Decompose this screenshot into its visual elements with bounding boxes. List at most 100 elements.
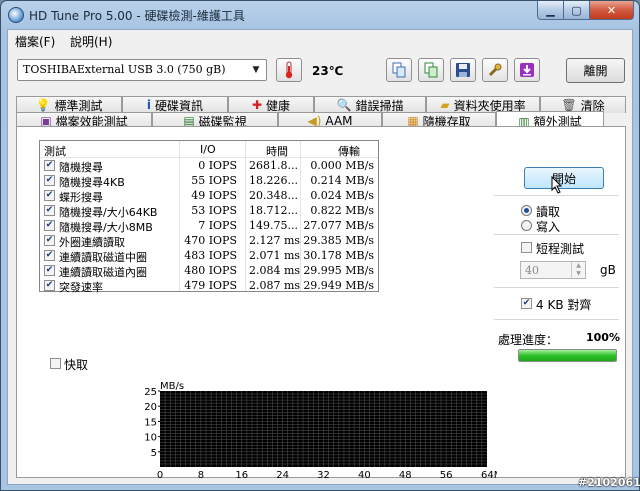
menu-file[interactable]: 檔案(F): [15, 33, 55, 50]
align-label: 4 KB 對齊: [536, 298, 592, 312]
maximize-button[interactable]: ▢: [564, 1, 590, 20]
chart-y-tick-label: 15: [144, 417, 157, 428]
row-checkbox[interactable]: ✔: [44, 220, 55, 231]
table-row[interactable]: ✔ 外圈連續讀取 470 IOPS 2.127 ms 29.385 MB/s: [40, 233, 378, 249]
row-time: 149.75...: [249, 219, 298, 232]
row-transfer: 0.822 MB/s: [310, 204, 374, 217]
minimize-button[interactable]: ▁: [537, 1, 564, 20]
chart-x-tick-label: 24: [276, 470, 289, 479]
table-row[interactable]: ✔ 連續讀取磁道內圈 480 IOPS 2.084 ms 29.995 MB/s: [40, 263, 378, 279]
download-button[interactable]: [514, 58, 540, 82]
row-checkbox[interactable]: ✔: [44, 265, 55, 276]
short-test-checkbox[interactable]: [521, 242, 532, 253]
close-icon: ✕: [606, 3, 617, 17]
row-transfer: 29.949 MB/s: [303, 279, 374, 292]
trash-icon: 🗑: [561, 98, 577, 112]
start-button[interactable]: 開始: [524, 167, 604, 194]
menu-bar: 檔案(F) 說明(H): [8, 30, 632, 49]
fast-checkbox[interactable]: [50, 358, 61, 369]
table-row[interactable]: ✔ 連續讀取磁道中圈 483 IOPS 2.071 ms 30.178 MB/s: [40, 248, 378, 264]
drive-select[interactable]: TOSHIBAExternal USB 3.0 (750 gB) ▼: [17, 59, 267, 81]
table-row[interactable]: ✔ 隨機搜尋/大小8MB 7 IOPS 149.75... 27.077 MB/s: [40, 218, 378, 234]
copy-screenshot-button[interactable]: [418, 58, 444, 82]
separator: [494, 319, 619, 320]
table-row[interactable]: ✔ 蝶形搜尋 49 IOPS 20.348... 0.024 MB/s: [40, 188, 378, 204]
row-checkbox[interactable]: ✔: [44, 235, 55, 246]
magnifier-icon: 🔍: [336, 98, 352, 112]
tab-health[interactable]: ✚ 健康: [228, 96, 314, 113]
row-time: 2681.8...: [249, 159, 298, 172]
chart-y-tick-label: 20: [144, 402, 157, 413]
header-io[interactable]: I/O: [200, 143, 216, 156]
chart-x-tick-label: 40: [358, 470, 371, 479]
row-transfer: 0.214 MB/s: [310, 174, 374, 187]
title-bar[interactable]: HD Tune Pro 5.00 - 硬碟檢測-維護工具 ▁ ▢ ✕: [1, 1, 639, 29]
row-checkbox[interactable]: ✔: [44, 175, 55, 186]
row-io: 53 IOPS: [191, 204, 237, 217]
results-rows: ✔ 隨機搜尋 0 IOPS 2681.8... 0.000 MB/s ✔ 隨機搜尋4KB 55…: [40, 158, 378, 294]
save-button[interactable]: [450, 58, 476, 82]
write-radio[interactable]: [521, 220, 532, 231]
results-header: 測試 I/O 時間 傳輸: [40, 141, 378, 158]
row-checkbox[interactable]: ✔: [44, 250, 55, 261]
window-controls: ▁ ▢ ✕: [537, 1, 634, 20]
tab-benchmark[interactable]: 💡 標準測試: [16, 96, 122, 113]
drive-select-value: TOSHIBAExternal USB 3.0 (750 gB): [23, 63, 226, 76]
chart-x-tick-label: 56: [440, 470, 453, 479]
health-cross-icon: ✚: [251, 98, 263, 112]
align-checkbox[interactable]: ✔: [521, 298, 532, 309]
row-checkbox[interactable]: ✔: [44, 205, 55, 216]
header-transfer[interactable]: 傳輸: [338, 143, 360, 159]
table-row[interactable]: ✔ 突發速率 479 IOPS 2.087 ms 29.949 MB/s: [40, 278, 378, 294]
row-checkbox[interactable]: ✔: [44, 280, 55, 291]
table-row[interactable]: ✔ 隨機搜尋/大小64KB 53 IOPS 18.712... 0.822 MB/s: [40, 203, 378, 219]
app-logo-icon: [8, 7, 24, 23]
tab-info[interactable]: i 硬碟資訊: [122, 96, 228, 113]
results-table: 測試 I/O 時間 傳輸 ✔ 隨機搜尋 0 IOPS 2681.8... 0.000 M…: [39, 140, 379, 294]
row-time: 2.087 ms: [249, 279, 301, 292]
transfer-chart-svg: MB/s25 20 15 10 5 0 8 16 24 32 40 48 56 64MB: [144, 381, 509, 481]
header-time[interactable]: 時間: [266, 143, 288, 159]
floppy-disk-icon: [456, 63, 470, 77]
short-test-label: 短程測試: [536, 242, 585, 256]
app-window: HD Tune Pro 5.00 - 硬碟檢測-維護工具 ▁ ▢ ✕ 檔案(F)…: [0, 0, 640, 491]
row-checkbox[interactable]: ✔: [44, 190, 55, 201]
progress-value: 100%: [586, 331, 620, 344]
table-row[interactable]: ✔ 隨機搜尋4KB 55 IOPS 18.226... 0.214 MB/s: [40, 173, 378, 189]
download-arrow-icon: [520, 63, 534, 77]
copy-info-button[interactable]: [386, 58, 412, 82]
separator: [494, 287, 619, 288]
size-value: 40: [525, 264, 539, 277]
write-label: 寫入: [536, 220, 561, 234]
bulb-icon: 💡: [35, 98, 51, 112]
row-io: 49 IOPS: [191, 189, 237, 202]
tab-error-scan[interactable]: 🔍 錯誤掃描: [314, 96, 426, 113]
row-time: 2.071 ms: [249, 249, 301, 262]
row-test-name: 突發速率: [59, 281, 103, 294]
row-time: 20.348...: [249, 189, 298, 202]
row-transfer: 0.000 MB/s: [310, 159, 374, 172]
row-io: 483 IOPS: [184, 249, 237, 262]
chart-y-tick-label: 5: [151, 448, 157, 459]
close-button[interactable]: ✕: [590, 1, 634, 20]
client-area: 檔案(F) 說明(H) TOSHIBAExternal USB 3.0 (750…: [7, 29, 633, 485]
fast-label: 快取: [64, 358, 89, 372]
chart-x-tick-label: 32: [317, 470, 330, 479]
row-transfer: 27.077 MB/s: [303, 219, 374, 232]
row-transfer: 30.178 MB/s: [303, 249, 374, 262]
menu-help[interactable]: 說明(H): [70, 33, 112, 50]
row-checkbox[interactable]: ✔: [44, 160, 55, 171]
progress-label: 處理進度：: [498, 333, 559, 347]
row-io: 7 IOPS: [198, 219, 237, 232]
exit-button[interactable]: 離開: [566, 58, 625, 83]
thermometer-icon: [285, 61, 293, 79]
row-io: 470 IOPS: [184, 234, 237, 247]
spinner-arrows-icon[interactable]: ▲ ▼: [571, 262, 585, 278]
header-test[interactable]: 測試: [44, 143, 66, 159]
table-row[interactable]: ✔ 隨機搜尋 0 IOPS 2681.8... 0.000 MB/s: [40, 158, 378, 174]
temperature-button[interactable]: [276, 58, 302, 82]
size-spinner[interactable]: 40 ▲ ▼: [520, 261, 586, 279]
options-button[interactable]: [482, 58, 508, 82]
chart-x-tick-label: 8: [198, 470, 204, 479]
read-radio[interactable]: [521, 205, 532, 216]
